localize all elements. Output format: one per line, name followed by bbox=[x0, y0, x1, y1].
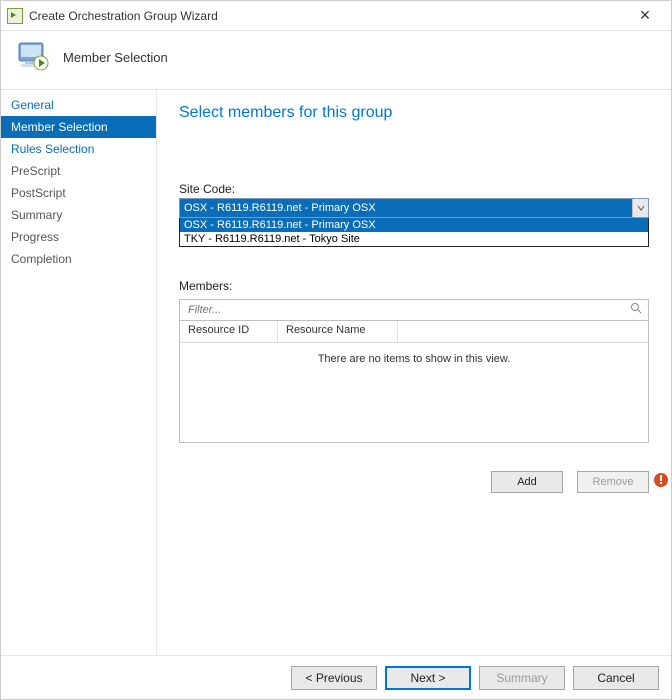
wizard-footer: < Previous Next > Summary Cancel bbox=[1, 655, 671, 699]
grid-empty-text: There are no items to show in this view. bbox=[180, 343, 648, 365]
search-icon[interactable] bbox=[630, 301, 642, 319]
previous-button[interactable]: < Previous bbox=[291, 666, 377, 690]
sidebar-item-prescript[interactable]: PreScript bbox=[1, 160, 156, 182]
sidebar-item-summary[interactable]: Summary bbox=[1, 204, 156, 226]
warning-icon bbox=[653, 472, 669, 488]
site-code-dropdown: OSX - R6119.R6119.net - Primary OSX TKY … bbox=[179, 218, 649, 247]
members-label: Members: bbox=[179, 279, 649, 293]
sidebar-item-progress[interactable]: Progress bbox=[1, 226, 156, 248]
titlebar: Create Orchestration Group Wizard × bbox=[1, 1, 671, 31]
main-panel: Select members for this group Site Code:… bbox=[157, 90, 671, 655]
sidebar-item-rules-selection[interactable]: Rules Selection bbox=[1, 138, 156, 160]
site-code-option-osx[interactable]: OSX - R6119.R6119.net - Primary OSX bbox=[180, 218, 648, 232]
window-title: Create Orchestration Group Wizard bbox=[29, 9, 625, 23]
col-resource-name[interactable]: Resource Name bbox=[278, 321, 398, 342]
site-code-value: OSX - R6119.R6119.net - Primary OSX bbox=[179, 198, 649, 218]
cancel-button[interactable]: Cancel bbox=[573, 666, 659, 690]
summary-button[interactable]: Summary bbox=[479, 666, 565, 690]
col-resource-id[interactable]: Resource ID bbox=[180, 321, 278, 342]
add-button[interactable]: Add bbox=[491, 471, 563, 493]
next-button[interactable]: Next > bbox=[385, 666, 471, 690]
sidebar-item-member-selection[interactable]: Member Selection bbox=[1, 116, 156, 138]
sidebar-item-general[interactable]: General bbox=[1, 94, 156, 116]
wizard-header: Member Selection bbox=[1, 31, 671, 90]
sidebar-item-completion[interactable]: Completion bbox=[1, 248, 156, 270]
page-title: Select members for this group bbox=[179, 104, 649, 122]
members-filter-row bbox=[179, 299, 649, 321]
computer-icon bbox=[15, 39, 51, 75]
members-filter-input[interactable] bbox=[186, 303, 630, 317]
chevron-down-icon[interactable] bbox=[632, 199, 648, 217]
grid-header: Resource ID Resource Name bbox=[180, 321, 648, 343]
wizard-steps-sidebar: General Member Selection Rules Selection… bbox=[1, 90, 157, 655]
members-grid: Resource ID Resource Name There are no i… bbox=[179, 321, 649, 443]
members-buttons: Add Remove bbox=[179, 471, 649, 493]
sidebar-item-postscript[interactable]: PostScript bbox=[1, 182, 156, 204]
site-code-combobox[interactable]: OSX - R6119.R6119.net - Primary OSX OSX … bbox=[179, 198, 649, 247]
site-code-label: Site Code: bbox=[179, 182, 649, 196]
step-heading: Member Selection bbox=[63, 50, 168, 65]
app-icon bbox=[7, 8, 23, 24]
site-code-option-tky[interactable]: TKY - R6119.R6119.net - Tokyo Site bbox=[180, 232, 648, 246]
remove-button[interactable]: Remove bbox=[577, 471, 649, 493]
close-icon[interactable]: × bbox=[625, 5, 665, 26]
wizard-window: Create Orchestration Group Wizard × Memb… bbox=[0, 0, 672, 700]
